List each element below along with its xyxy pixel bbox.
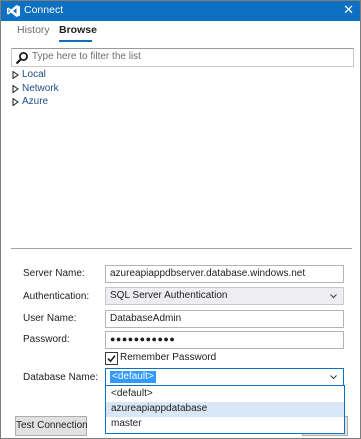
password-label: Password: bbox=[23, 334, 70, 345]
close-icon[interactable]: ✕ bbox=[343, 2, 354, 18]
checkbox-box[interactable] bbox=[105, 352, 118, 365]
tab-history[interactable]: History bbox=[17, 24, 50, 36]
dropdown-option-label: master bbox=[111, 418, 142, 429]
triangle-right-icon[interactable] bbox=[12, 98, 19, 106]
checkmark-icon bbox=[107, 355, 116, 363]
user-name-label: User Name: bbox=[23, 313, 77, 324]
database-name-label: Database Name: bbox=[23, 372, 99, 383]
dropdown-option-default[interactable]: <default> bbox=[106, 387, 344, 402]
database-dropdown-list[interactable]: <default> azureapiappdatabase master bbox=[105, 385, 345, 434]
connect-dialog: Connect ✕ History Browse Type here to fi… bbox=[0, 0, 361, 439]
dropdown-option-label: <default> bbox=[111, 388, 153, 399]
test-connection-button[interactable]: Test Connection bbox=[15, 416, 88, 436]
dropdown-option-master[interactable]: master bbox=[106, 417, 344, 432]
dropdown-option-azureapiappdatabase[interactable]: azureapiappdatabase bbox=[106, 402, 344, 417]
section-divider bbox=[11, 248, 352, 249]
tab-browse[interactable]: Browse bbox=[59, 24, 97, 36]
server-name-value: azureapiappdbserver.database.windows.net bbox=[110, 268, 306, 279]
chevron-down-icon[interactable] bbox=[330, 375, 337, 379]
chevron-down-icon[interactable] bbox=[330, 294, 337, 298]
triangle-right-icon[interactable] bbox=[12, 71, 19, 79]
dropdown-option-label: azureapiappdatabase bbox=[111, 403, 208, 414]
window-title: Connect bbox=[24, 4, 64, 16]
visual-studio-icon bbox=[7, 5, 20, 17]
remember-password-label: Remember Password bbox=[120, 352, 217, 363]
server-name-field[interactable]: azureapiappdbserver.database.windows.net bbox=[105, 265, 344, 283]
filter-placeholder: Type here to filter the list bbox=[32, 51, 141, 62]
tree-item-label: Local bbox=[22, 69, 46, 80]
active-tab-indicator bbox=[59, 40, 92, 42]
authentication-value: SQL Server Authentication bbox=[110, 290, 228, 301]
title-bar: Connect ✕ bbox=[1, 1, 360, 21]
test-connection-label: Test Connection bbox=[16, 420, 88, 431]
server-name-label: Server Name: bbox=[23, 268, 85, 279]
database-name-value[interactable]: <default> bbox=[110, 371, 156, 383]
authentication-label: Authentication: bbox=[23, 291, 90, 302]
password-masked-value: ●●●●●●●●●●● bbox=[110, 334, 176, 344]
tree-item-label: Azure bbox=[22, 96, 49, 107]
user-name-value: DatabaseAdmin bbox=[110, 313, 182, 324]
tree-item-label: Network bbox=[22, 83, 59, 94]
search-icon bbox=[16, 52, 28, 64]
user-name-field[interactable]: DatabaseAdmin bbox=[105, 310, 344, 328]
authentication-select[interactable]: SQL Server Authentication bbox=[105, 287, 344, 305]
password-field[interactable]: ●●●●●●●●●●● bbox=[105, 331, 344, 349]
filter-input[interactable]: Type here to filter the list bbox=[11, 48, 354, 67]
triangle-right-icon[interactable] bbox=[12, 85, 19, 93]
database-name-combobox[interactable]: <default> bbox=[105, 368, 344, 386]
